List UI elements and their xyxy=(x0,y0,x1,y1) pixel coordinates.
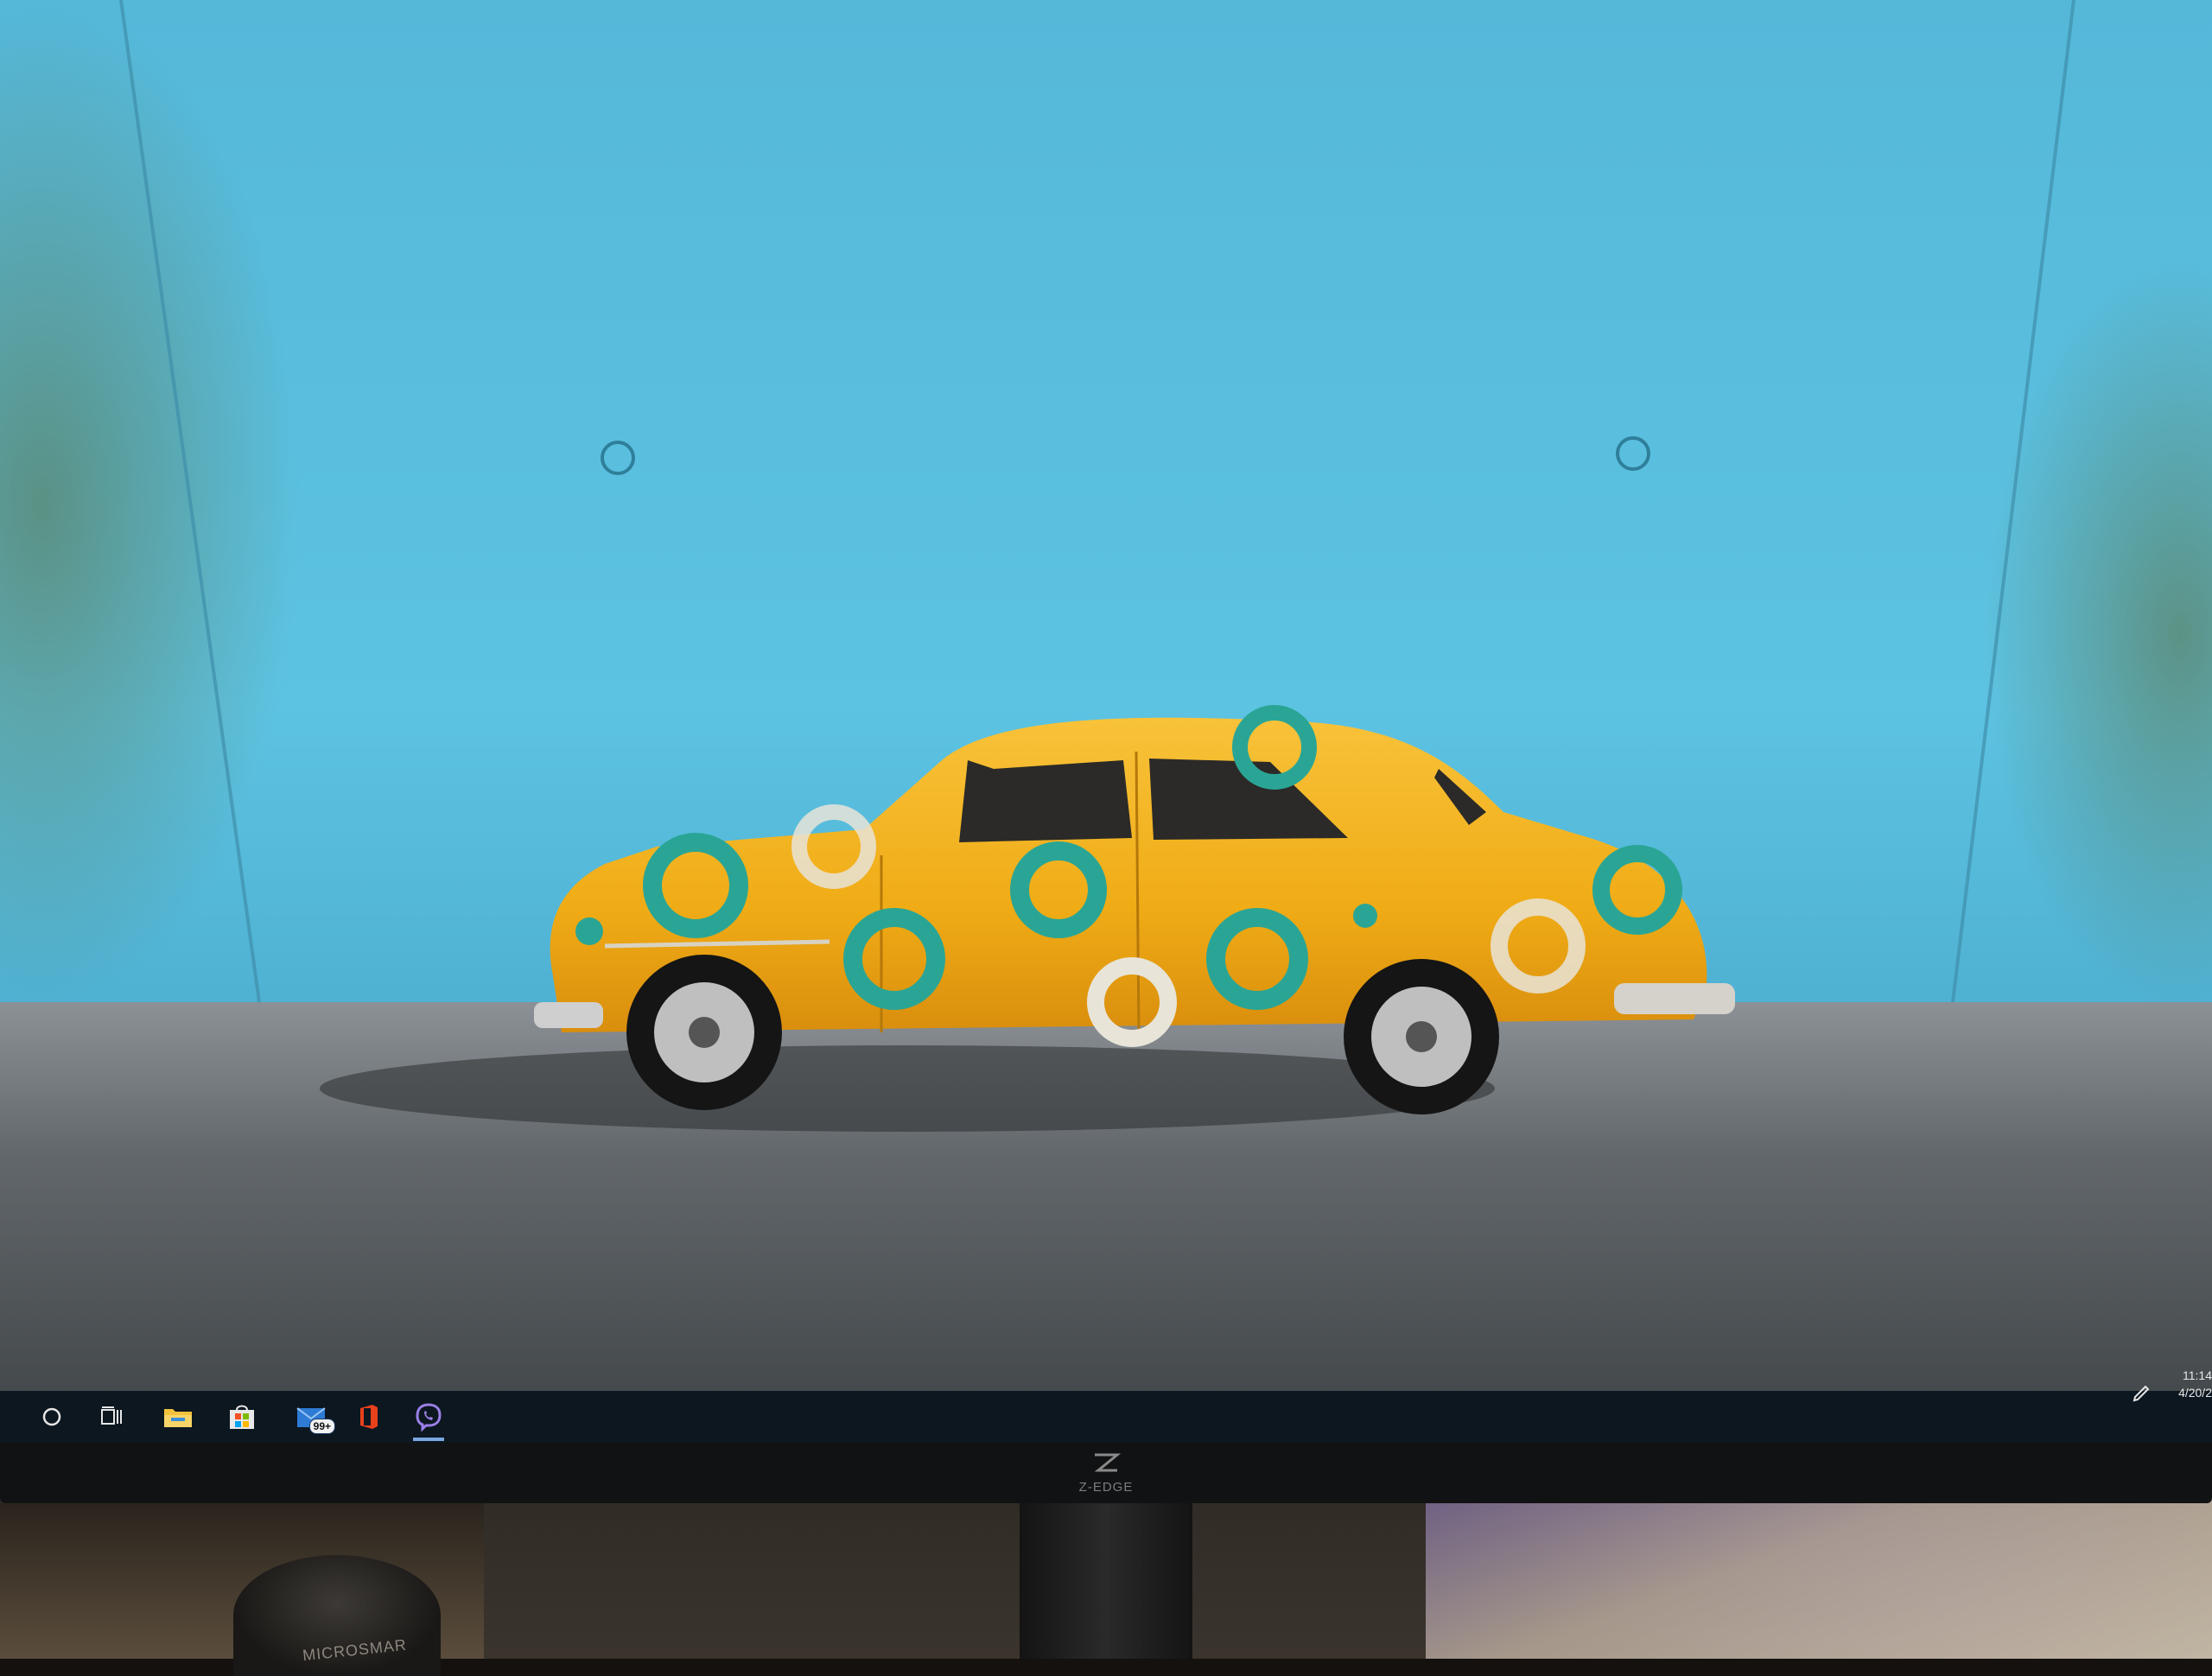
pen-icon[interactable] xyxy=(2124,1381,2158,1406)
monitor: 99+ 11:14 4/20/2 Z-EDGE xyxy=(0,0,2212,1503)
monitor-stand xyxy=(1020,1503,1192,1659)
microsoft-store-icon[interactable] xyxy=(216,1391,268,1443)
office-icon[interactable] xyxy=(342,1391,394,1443)
monitor-brand-text: Z-EDGE xyxy=(1078,1480,1134,1495)
desktop-screen: 99+ 11:14 4/20/2 xyxy=(0,0,2212,1443)
z-edge-logo-icon xyxy=(1094,1453,1122,1472)
viber-icon[interactable] xyxy=(403,1391,454,1443)
task-view-icon[interactable] xyxy=(86,1391,138,1443)
monitor-brand-logo: Z-EDGE xyxy=(1067,1451,1145,1495)
clock-time: 11:14 xyxy=(2183,1368,2212,1382)
search-circle-icon[interactable] xyxy=(26,1391,78,1443)
taskbar: 99+ xyxy=(0,1391,2212,1443)
tray-clock[interactable]: 11:14 4/20/2 xyxy=(2160,1367,2212,1401)
file-explorer-icon[interactable] xyxy=(152,1391,204,1443)
desktop-wallpaper xyxy=(0,0,2212,1443)
mail-icon[interactable]: 99+ xyxy=(285,1391,337,1443)
clock-date: 4/20/2 xyxy=(2178,1386,2212,1400)
mail-badge: 99+ xyxy=(308,1419,335,1434)
